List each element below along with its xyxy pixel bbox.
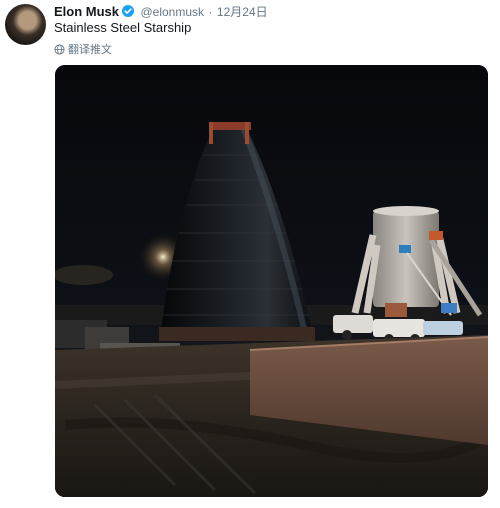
tweet-header: Elon Musk @elonmusk · 12月24日 (54, 3, 268, 21)
tweet-card: Elon Musk @elonmusk · 12月24日 Stainless S… (0, 0, 500, 508)
author-handle[interactable]: @elonmusk (140, 5, 204, 19)
starship-photo-illustration (55, 65, 488, 497)
translate-tweet-link[interactable]: 翻译推文 (54, 41, 112, 57)
header-separator: · (208, 5, 213, 19)
verified-badge-icon (122, 5, 135, 17)
tweet-date[interactable]: 12月24日 (217, 5, 268, 19)
avatar[interactable] (5, 4, 46, 45)
author-name[interactable]: Elon Musk (54, 4, 119, 19)
tweet-photo[interactable] (55, 65, 488, 497)
globe-icon (54, 43, 65, 55)
tweet-text: Stainless Steel Starship (54, 20, 192, 35)
translate-label: 翻译推文 (68, 44, 112, 56)
